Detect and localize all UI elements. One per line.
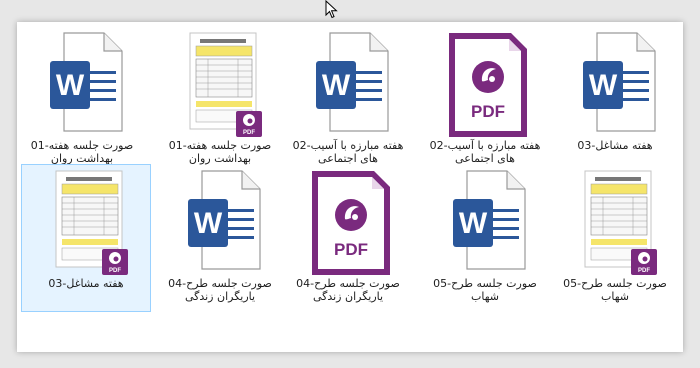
word-document-icon	[49, 32, 123, 132]
file-item[interactable]: هفته مشاغل-03	[550, 26, 680, 174]
word-document-icon	[582, 32, 656, 132]
word-document-icon	[452, 170, 526, 270]
file-name: هفته مشاغل-03	[577, 139, 653, 152]
file-view-panel: هفته مشاغل-03 هفته مبارزه با آسیب-02 های…	[17, 22, 683, 352]
file-name: صورت جلسه طرح-04 یاریگران زندگی	[168, 277, 272, 303]
file-item[interactable]: صورت جلسه طرح-05 شهاب	[420, 164, 550, 312]
file-name: صورت جلسه طرح-05 شهاب	[433, 277, 537, 303]
file-item[interactable]: صورت جلسه هفته-01 بهداشت روان	[155, 26, 285, 174]
file-name: هفته مبارزه با آسیب-02 های اجتماعی	[292, 139, 404, 165]
mouse-pointer-icon	[325, 0, 338, 19]
pdf-document-icon	[312, 171, 390, 275]
file-item[interactable]: صورت جلسه هفته-01 بهداشت روان	[17, 26, 147, 174]
pdf-thumbnail-icon	[55, 170, 129, 276]
pdf-thumbnail-icon	[584, 170, 658, 276]
file-item[interactable]: هفته مبارزه با آسیب-02 های اجتماعی	[420, 26, 550, 174]
file-item-selected[interactable]: هفته مشاغل-03	[21, 164, 151, 312]
pdf-document-icon	[449, 33, 527, 137]
file-item[interactable]: صورت جلسه طرح-04 یاریگران زندگی	[155, 164, 285, 312]
file-item[interactable]: صورت جلسه طرح-04 یاریگران زندگی	[283, 164, 413, 312]
file-name: صورت جلسه هفته-01 بهداشت روان	[168, 139, 272, 165]
file-name: صورت جلسه هفته-01 بهداشت روان	[30, 139, 134, 165]
file-name: صورت جلسه طرح-05 شهاب	[563, 277, 667, 303]
word-document-icon	[187, 170, 261, 270]
pdf-thumbnail-icon	[189, 32, 263, 138]
file-item[interactable]: صورت جلسه طرح-05 شهاب	[550, 164, 680, 312]
file-name: هفته مشاغل-03	[48, 277, 124, 290]
file-name: هفته مبارزه با آسیب-02 های اجتماعی	[429, 139, 541, 165]
word-document-icon	[315, 32, 389, 132]
file-name: صورت جلسه طرح-04 یاریگران زندگی	[296, 277, 400, 303]
file-item[interactable]: هفته مبارزه با آسیب-02 های اجتماعی	[283, 26, 413, 174]
